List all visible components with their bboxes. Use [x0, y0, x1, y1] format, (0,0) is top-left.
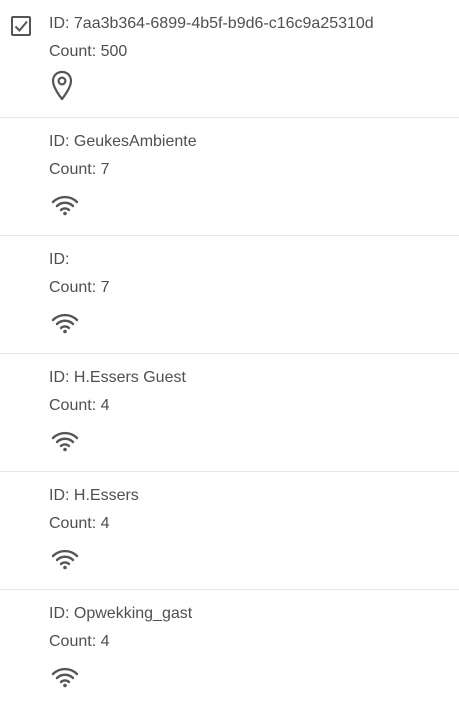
list-item[interactable]: ID: H.Essers Guest Count: 4 [0, 354, 459, 472]
item-count: Count: 4 [49, 397, 110, 414]
item-id: ID: [49, 251, 70, 268]
checkbox[interactable] [11, 16, 31, 36]
checkmark-icon [14, 20, 28, 32]
list-item[interactable]: ID: H.Essers Count: 4 [0, 472, 459, 590]
item-id: ID: H.Essers [49, 487, 139, 504]
item-id: ID: H.Essers Guest [49, 369, 186, 386]
list-item[interactable]: ID: Count: 7 [0, 236, 459, 354]
item-id: ID: 7aa3b364-6899-4b5f-b9d6-c16c9a25310d [49, 15, 374, 32]
wifi-icon [51, 312, 79, 334]
item-count: Count: 4 [49, 515, 110, 532]
location-pin-icon [51, 70, 73, 102]
list-item[interactable]: ID: 7aa3b364-6899-4b5f-b9d6-c16c9a25310d… [0, 0, 459, 118]
item-id: ID: GeukesAmbiente [49, 133, 197, 150]
item-count: Count: 7 [49, 279, 110, 296]
wifi-icon [51, 430, 79, 452]
item-list: ID: 7aa3b364-6899-4b5f-b9d6-c16c9a25310d… [0, 0, 459, 706]
item-count: Count: 7 [49, 161, 110, 178]
item-count: Count: 500 [49, 43, 128, 60]
wifi-icon [51, 194, 79, 216]
wifi-icon [51, 666, 79, 688]
list-item[interactable]: ID: GeukesAmbiente Count: 7 [0, 118, 459, 236]
item-id: ID: Opwekking_gast [49, 605, 193, 622]
wifi-icon [51, 548, 79, 570]
item-count: Count: 4 [49, 633, 110, 650]
list-item[interactable]: ID: Opwekking_gast Count: 4 [0, 590, 459, 706]
